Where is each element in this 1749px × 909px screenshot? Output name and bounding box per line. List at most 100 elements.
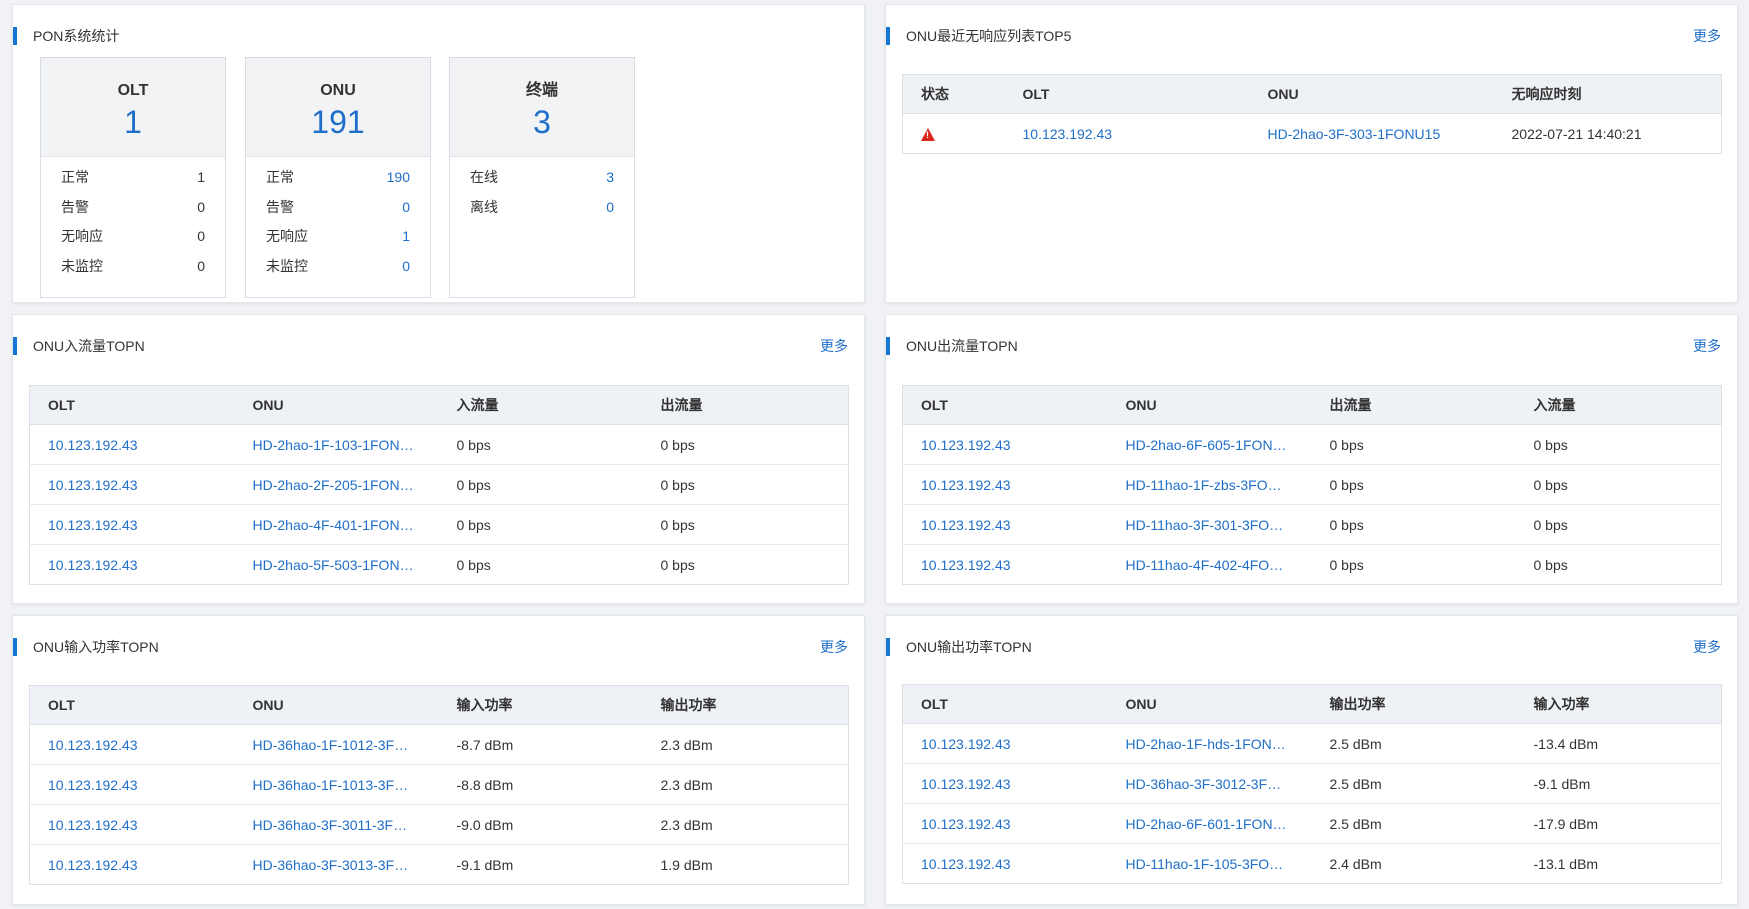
stat-row: 离线 0 (470, 198, 614, 215)
olt-link[interactable]: 10.123.192.43 (30, 845, 235, 885)
onu-link[interactable]: HD-36hao-1F-1013-3F… (234, 764, 439, 805)
onu-link[interactable]: HD-36hao-3F-3011-3F… (234, 804, 439, 845)
col-header: 状态 (902, 74, 1005, 114)
stat-row: 正常 1 (61, 169, 205, 185)
olt-link[interactable]: 10.123.192.43 (902, 763, 1108, 804)
olt-link[interactable]: 10.123.192.43 (1005, 114, 1250, 154)
table-row: 10.123.192.43 HD-36hao-3F-3011-3F… -9.0 dB… (29, 804, 849, 845)
table-row: 10.123.192.43 HD-11hao-4F-402-4FO… 0 bps 0 … (903, 545, 1722, 585)
col-header: 输入功率 (1515, 684, 1722, 724)
onu-link[interactable]: HD-36hao-3F-3012-3F… (1107, 763, 1312, 804)
onu-link[interactable]: HD-11hao-3F-301-3FO… (1107, 504, 1312, 545)
onu-link[interactable]: HD-2hao-3F-303-1FONU15 (1250, 114, 1494, 154)
in-power-panel: ONU输入功率TOPN 更多 OLT ONU 输入功率 输出功率 10.123.… (12, 615, 865, 905)
stat-row: 未监控 0 (266, 257, 410, 274)
panel-title: ONU输入功率TOPN (13, 638, 159, 656)
onu-link[interactable]: HD-11hao-1F-105-3FO… (1108, 844, 1312, 884)
onu-link[interactable]: HD-2hao-4F-401-1FON… (234, 504, 439, 545)
col-header: ONU (234, 385, 439, 425)
stat-row: 在线 3 (470, 169, 614, 185)
warning-icon (921, 128, 935, 142)
table-row: 10.123.192.43 HD-2hao-6F-601-1FON… 2.5 dBm… (902, 803, 1722, 844)
more-link[interactable]: 更多 (820, 337, 848, 355)
olt-link[interactable]: 10.123.192.43 (30, 545, 235, 585)
olt-link[interactable]: 10.123.192.43 (29, 464, 235, 505)
in-power-table: OLT ONU 输入功率 输出功率 10.123.192.43 HD-36hao-… (29, 685, 849, 885)
col-header: 无响应时刻 (1493, 74, 1722, 114)
more-link[interactable]: 更多 (1693, 337, 1721, 355)
in-traffic-table: OLT ONU 入流量 出流量 10.123.192.43 HD-2hao-1F-… (29, 385, 849, 585)
olt-stat-card: OLT 1 正常 1 告警 0 无响应 0 未监控 0 (40, 57, 226, 298)
col-header: ONU (1107, 684, 1312, 724)
col-header: OLT (902, 684, 1108, 724)
out-traffic-table: OLT ONU 出流量 入流量 10.123.192.43 HD-2hao-6F-… (902, 385, 1722, 585)
out-power-panel: ONU输出功率TOPN 更多 OLT ONU 输出功率 输入功率 10.123.… (885, 615, 1738, 905)
col-header: 输出功率 (642, 685, 849, 725)
noresponse-panel: ONU最近无响应列表TOP5 更多 状态 OLT ONU 无响应时刻 10.12… (885, 4, 1738, 303)
pon-stats-panel: PON系统统计 OLT 1 正常 1 告警 0 无响应 0 未监控 0 ONU 191 … (12, 4, 865, 303)
onu-link[interactable]: HD-2hao-1F-103-1FON… (234, 424, 439, 465)
col-header: 出流量 (642, 385, 849, 425)
onu-link[interactable]: HD-2hao-6F-601-1FON… (1107, 803, 1312, 844)
col-header: OLT (29, 685, 235, 725)
more-link[interactable]: 更多 (1693, 27, 1721, 45)
panel-title: ONU输出功率TOPN (886, 638, 1032, 656)
onu-link[interactable]: HD-2hao-6F-605-1FON… (1107, 424, 1312, 465)
stat-row: 无响应 0 (61, 228, 205, 244)
col-header: OLT (1004, 74, 1250, 114)
onu-link[interactable]: HD-2hao-2F-205-1FON… (234, 464, 439, 505)
in-traffic-panel: ONU入流量TOPN 更多 OLT ONU 入流量 出流量 10.123.192… (12, 314, 865, 604)
stat-row: 告警 0 (266, 198, 410, 215)
table-row: 10.123.192.43 HD-2hao-1F-hds-1FON… 2.5 dBm… (902, 723, 1722, 764)
table-row: 10.123.192.43 HD-36hao-3F-3013-3F… -9.1 dB… (30, 845, 849, 885)
stat-total[interactable]: 3 (450, 102, 634, 142)
col-header: ONU (1107, 385, 1312, 425)
col-header: 入流量 (438, 385, 643, 425)
stat-row: 告警 0 (61, 198, 205, 215)
time-cell: 2022-07-21 14:40:21 (1511, 125, 1642, 142)
more-link[interactable]: 更多 (1693, 638, 1721, 656)
col-header: ONU (1249, 74, 1494, 114)
olt-link[interactable]: 10.123.192.43 (29, 764, 235, 805)
stat-name: 终端 (525, 82, 558, 99)
olt-link[interactable]: 10.123.192.43 (29, 424, 235, 465)
table-row: 10.123.192.43 HD-11hao-3F-301-3FO… 0 bps 0 … (902, 504, 1722, 545)
olt-link[interactable]: 10.123.192.43 (902, 504, 1108, 545)
stat-row: 无响应 1 (266, 228, 410, 244)
olt-link[interactable]: 10.123.192.43 (902, 464, 1108, 505)
onu-link[interactable]: HD-36hao-1F-1012-3F… (234, 724, 439, 765)
col-header: ONU (234, 685, 439, 725)
panel-title: ONU入流量TOPN (13, 337, 145, 355)
onu-link[interactable]: HD-36hao-3F-3013-3F… (235, 845, 439, 885)
onu-link[interactable]: HD-2hao-5F-503-1FON… (235, 545, 439, 585)
onu-link[interactable]: HD-2hao-1F-hds-1FON… (1107, 723, 1312, 764)
table-row: 10.123.192.43 HD-36hao-1F-1012-3F… -8.7 dB… (29, 724, 849, 765)
col-header: OLT (29, 385, 235, 425)
onu-stat-card: ONU 191 正常 190 告警 0 无响应 1 未监控 0 (245, 57, 431, 298)
table-row: 10.123.192.43 HD-2hao-1F-103-1FON… 0 bps 0 … (29, 424, 849, 465)
olt-link[interactable]: 10.123.192.43 (902, 424, 1108, 465)
col-header: 入流量 (1515, 385, 1722, 425)
olt-link[interactable]: 10.123.192.43 (29, 804, 235, 845)
onu-link[interactable]: HD-11hao-1F-zbs-3FO… (1107, 464, 1312, 505)
olt-link[interactable]: 10.123.192.43 (29, 724, 235, 765)
stat-total[interactable]: 191 (246, 102, 430, 142)
stat-total[interactable]: 1 (41, 102, 225, 142)
col-header: 输入功率 (438, 685, 643, 725)
stat-row: 正常 190 (266, 169, 410, 185)
olt-link[interactable]: 10.123.192.43 (903, 545, 1108, 585)
col-header: 输出功率 (1311, 684, 1516, 724)
table-row: 10.123.192.43 HD-11hao-1F-zbs-3FO… 0 bps 0 … (902, 464, 1722, 505)
stat-row: 未监控 0 (61, 257, 205, 274)
out-traffic-panel: ONU出流量TOPN 更多 OLT ONU 出流量 入流量 10.123.192… (885, 314, 1738, 604)
olt-link[interactable]: 10.123.192.43 (902, 723, 1108, 764)
table-row: 10.123.192.43 HD-2hao-6F-605-1FON… 0 bps 0 … (902, 424, 1722, 465)
onu-link[interactable]: HD-11hao-4F-402-4FO… (1108, 545, 1312, 585)
olt-link[interactable]: 10.123.192.43 (29, 504, 235, 545)
noresponse-table: 状态 OLT ONU 无响应时刻 10.123.192.43 HD-2hao-3… (902, 74, 1722, 154)
more-link[interactable]: 更多 (820, 638, 848, 656)
col-header: OLT (902, 385, 1108, 425)
stat-name: OLT (117, 82, 149, 99)
olt-link[interactable]: 10.123.192.43 (903, 844, 1108, 884)
olt-link[interactable]: 10.123.192.43 (902, 803, 1108, 844)
